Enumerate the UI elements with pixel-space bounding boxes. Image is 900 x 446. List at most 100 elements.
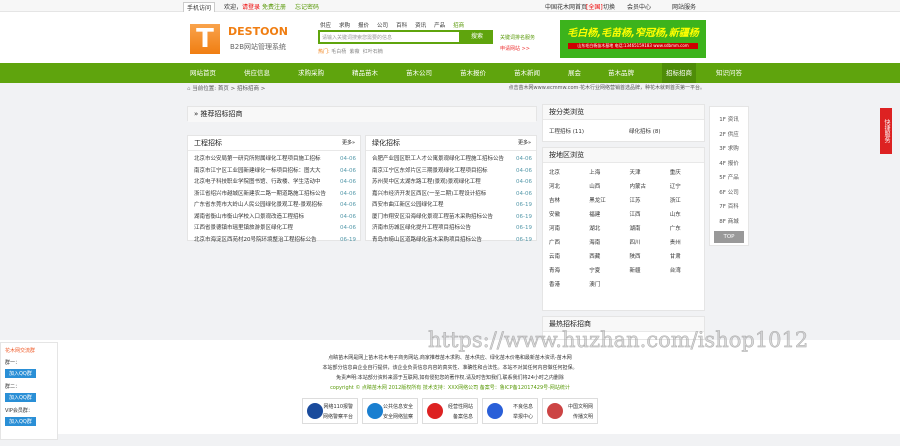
member-center-menu[interactable]: 会员中心 <box>627 2 651 11</box>
nav-item[interactable]: 精品苗木 <box>352 63 378 83</box>
join-qq-button[interactable]: 加入QQ群 <box>5 393 36 402</box>
forgot-link[interactable]: 忘记密码 <box>295 2 319 11</box>
list-item[interactable]: 嘉兴市经济开发区西区(一至二期)工程设计招标 04-06 <box>366 189 536 201</box>
list-item[interactable]: 北京电子科技职业学院图书馆、行政楼、学生活动中 04-06 <box>188 177 360 189</box>
category-link[interactable]: 绿化招标 (8) <box>629 127 661 135</box>
search-input[interactable]: 请输入关键词搜索您需要的信息 <box>318 30 461 44</box>
floor-link[interactable]: 2F 供应 <box>714 128 744 143</box>
region-link[interactable]: 北京 <box>543 166 583 180</box>
region-link[interactable]: 上海 <box>583 166 623 180</box>
region-link[interactable]: 福建 <box>583 208 623 222</box>
item-title[interactable]: 合肥产业园区职工人才公寓景观绿化工程施工招标公告 <box>372 154 504 166</box>
site-home-link[interactable]: 中国花木网首页 <box>545 2 587 11</box>
site-service-menu[interactable]: 网站服务 <box>672 2 696 11</box>
list-item[interactable]: 江西省景德镇市瑶里镇旅游景区绿化工程 04-06 <box>188 223 360 235</box>
nav-item[interactable]: 展会 <box>568 63 581 83</box>
city-select[interactable]: [全国] <box>586 2 603 11</box>
region-link[interactable]: 湖北 <box>583 222 623 236</box>
region-link[interactable]: 新疆 <box>624 264 664 278</box>
item-title[interactable]: 苏州吴中区太湖东路工程(景观)景观绿化工程 <box>372 177 481 189</box>
nav-item[interactable]: 网站首页 <box>190 63 216 83</box>
region-link[interactable]: 甘肃 <box>664 250 704 264</box>
list-item[interactable]: 西安市曲江新区公园绿化工程 06-19 <box>366 200 536 212</box>
breadcrumb-home[interactable]: 首页 <box>218 86 229 92</box>
item-title[interactable]: 南京市江宁区工业园新建绿化一标项目招标：图大大 <box>194 166 321 178</box>
nav-item[interactable]: 苗木品牌 <box>608 63 634 83</box>
greening-more[interactable]: 更多» <box>518 136 531 150</box>
nav-item[interactable]: 求购采购 <box>298 63 324 83</box>
trust-badge[interactable]: 中国文明网 传播文明 <box>542 398 598 424</box>
region-link[interactable]: 澳门 <box>583 278 623 292</box>
nav-item[interactable]: 供应信息 <box>244 63 270 83</box>
keyword-rank-link[interactable]: 关键词排名服务 <box>500 34 535 41</box>
item-title[interactable]: 青岛市崂山区道路绿化苗木采购项目招标公告 <box>372 235 482 247</box>
region-link[interactable]: 江西 <box>624 208 664 222</box>
region-link[interactable]: 四川 <box>624 236 664 250</box>
region-link[interactable]: 湖南 <box>624 222 664 236</box>
region-link[interactable]: 海南 <box>583 236 623 250</box>
category-link[interactable]: 工程招标 (11) <box>549 127 629 135</box>
floor-link[interactable]: 5F 产品 <box>714 171 744 186</box>
list-item[interactable]: 湖南省衡山市衡山学校入口景观改造工程招标 04-06 <box>188 212 360 224</box>
back-to-top-button[interactable]: TOP <box>714 231 744 243</box>
list-item[interactable]: 北京市海淀区西苑村20号院环境整治工程招标公告 06-19 <box>188 235 360 247</box>
nav-item[interactable]: 招标招商 <box>662 63 696 83</box>
region-link[interactable]: 重庆 <box>664 166 704 180</box>
login-link[interactable]: 请登录 <box>242 2 260 11</box>
breadcrumb-current[interactable]: 招标招商 > <box>237 86 265 92</box>
region-link[interactable]: 吉林 <box>543 194 583 208</box>
trust-badge[interactable]: 经营性网站 备案信息 <box>422 398 478 424</box>
engineering-more[interactable]: 更多» <box>342 136 355 150</box>
region-link[interactable]: 山西 <box>583 180 623 194</box>
quick-service-tab[interactable]: 快捷服务 <box>880 108 892 154</box>
list-item[interactable]: 苏州吴中区太湖东路工程(景观)景观绿化工程 04-06 <box>366 177 536 189</box>
join-qq-button[interactable]: 加入QQ群 <box>5 417 36 426</box>
item-title[interactable]: 北京电子科技职业学院图书馆、行政楼、学生活动中 <box>194 177 321 189</box>
hot-keyword[interactable]: 紫薇 <box>349 49 359 55</box>
apply-link[interactable]: 申请网站 >> <box>500 45 530 52</box>
region-link[interactable]: 浙江 <box>664 194 704 208</box>
city-switch[interactable]: 切换 <box>603 2 615 11</box>
region-link[interactable]: 辽宁 <box>664 180 704 194</box>
region-link[interactable]: 河南 <box>543 222 583 236</box>
search-tab[interactable]: 产品 <box>434 21 445 29</box>
floor-link[interactable]: 1F 资讯 <box>714 113 744 128</box>
register-link[interactable]: 免费注册 <box>262 2 286 11</box>
floor-link[interactable]: 4F 报价 <box>714 157 744 172</box>
hot-keyword[interactable]: 红叶石楠 <box>363 49 383 55</box>
region-link[interactable]: 西藏 <box>583 250 623 264</box>
region-link[interactable]: 江苏 <box>624 194 664 208</box>
item-title[interactable]: 北京市海淀区西苑村20号院环境整治工程招标公告 <box>194 235 317 247</box>
search-button[interactable]: 搜索 <box>461 30 493 44</box>
ad-banner[interactable]: 毛白杨,毛苗杨,窄冠杨,新疆杨 山东毛白杨苗木基地 电话:13465159183… <box>560 20 706 58</box>
region-link[interactable]: 台湾 <box>664 264 704 278</box>
list-item[interactable]: 南京江宁区东郊片区三期景观绿化工程项目招标 04-06 <box>366 166 536 178</box>
floor-link[interactable]: 6F 公司 <box>714 186 744 201</box>
item-title[interactable]: 南京江宁区东郊片区三期景观绿化工程项目招标 <box>372 166 488 178</box>
search-tab[interactable]: 供应 <box>320 21 331 29</box>
region-link[interactable]: 广东 <box>664 222 704 236</box>
search-tab[interactable]: 公司 <box>377 21 388 29</box>
floor-link[interactable]: 7F 百科 <box>714 200 744 215</box>
search-tab-active[interactable]: 招商 <box>453 21 464 29</box>
item-title[interactable]: 西安市曲江新区公园绿化工程 <box>372 200 444 212</box>
item-title[interactable]: 江西省景德镇市瑶里镇旅游景区绿化工程 <box>194 223 293 235</box>
nav-item[interactable]: 知识问答 <box>716 63 742 83</box>
region-link[interactable]: 青海 <box>543 264 583 278</box>
trust-badge[interactable]: 网络110报警 网络警察平台 <box>302 398 358 424</box>
nav-item[interactable]: 苗木报价 <box>460 63 486 83</box>
list-item[interactable]: 济南市历城区绿化提升工程项目招标公告 06-19 <box>366 223 536 235</box>
item-title[interactable]: 厦门市翔安区沿海绿化景观工程苗木采购招标公告 <box>372 212 493 224</box>
item-title[interactable]: 广东省东莞市大岭山人民公园绿化景观工程-景观招标 <box>194 200 323 212</box>
region-link[interactable]: 广西 <box>543 236 583 250</box>
list-item[interactable]: 浙江省绍兴市越城区新建农二路一期道路施工招标公告 04-06 <box>188 189 360 201</box>
search-tab[interactable]: 求购 <box>339 21 350 29</box>
list-item[interactable]: 青岛市崂山区道路绿化苗木采购项目招标公告 06-19 <box>366 235 536 247</box>
floor-link[interactable]: 8F 商城 <box>714 215 744 230</box>
join-qq-button[interactable]: 加入QQ群 <box>5 369 36 378</box>
region-link[interactable]: 黑龙江 <box>583 194 623 208</box>
region-link[interactable]: 内蒙古 <box>624 180 664 194</box>
search-tab[interactable]: 报价 <box>358 21 369 29</box>
trust-badge[interactable]: 不良信息 举报中心 <box>482 398 538 424</box>
floor-link[interactable]: 3F 求购 <box>714 142 744 157</box>
